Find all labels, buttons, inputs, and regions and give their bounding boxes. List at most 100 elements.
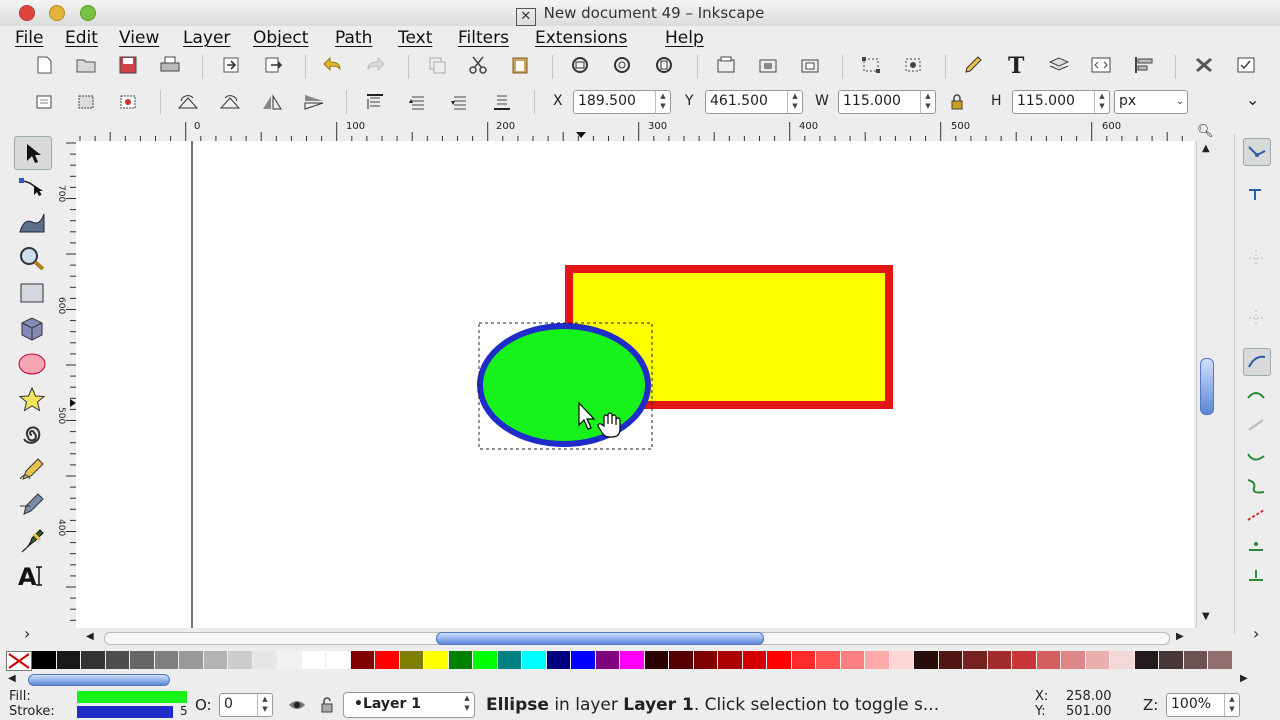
- xml-icon[interactable]: [1088, 52, 1114, 78]
- preferences-icon[interactable]: [1191, 52, 1217, 78]
- palette-swatch[interactable]: [718, 651, 742, 669]
- snap-bbox-icon[interactable]: [1243, 180, 1269, 206]
- rotate-cw-icon[interactable]: [217, 89, 243, 115]
- palette-swatch[interactable]: [767, 651, 791, 669]
- no-paint-swatch[interactable]: [6, 651, 32, 671]
- 3d-box-tool-icon[interactable]: [14, 312, 50, 344]
- rotate-ccw-icon[interactable]: [175, 89, 201, 115]
- palette-swatch[interactable]: [987, 651, 1011, 669]
- menu-extensions[interactable]: Extensions: [535, 26, 627, 50]
- layer-select[interactable]: •Layer 1 ▲ ▼: [343, 692, 475, 718]
- palette-swatch[interactable]: [938, 651, 962, 669]
- open-icon[interactable]: [73, 52, 99, 78]
- star-tool-icon[interactable]: [14, 383, 50, 415]
- palette-swatch[interactable]: [1134, 651, 1158, 669]
- palette-swatch[interactable]: [32, 651, 56, 669]
- palette-swatch[interactable]: [865, 651, 889, 669]
- document-properties-icon[interactable]: [1233, 52, 1259, 78]
- select-all-icon[interactable]: [31, 89, 57, 115]
- palette-swatch[interactable]: [1110, 651, 1134, 669]
- palette-swatch[interactable]: [203, 651, 227, 669]
- palette-swatch[interactable]: [571, 651, 595, 669]
- raise-to-top-icon[interactable]: [362, 89, 388, 115]
- w-spin-arrows[interactable]: ▲ ▼: [920, 91, 935, 113]
- toolbox-expand-chevron-icon[interactable]: ›: [24, 624, 30, 643]
- lower-icon[interactable]: [446, 89, 472, 115]
- palette-swatch[interactable]: [81, 651, 105, 669]
- palette-swatch[interactable]: [816, 651, 840, 669]
- layer-lock-icon[interactable]: [314, 692, 340, 718]
- undo-icon[interactable]: [320, 52, 346, 78]
- h-spinbox[interactable]: 115.000 ▲ ▼: [1012, 90, 1110, 114]
- drawing-canvas[interactable]: [76, 141, 1194, 628]
- palette-swatch[interactable]: [1061, 651, 1085, 669]
- palette-swatch[interactable]: [1036, 651, 1060, 669]
- palette-swatch[interactable]: [375, 651, 399, 669]
- text-tool-icon[interactable]: T: [1004, 52, 1030, 78]
- zoom-drawing-icon[interactable]: [610, 52, 636, 78]
- zoom-selection-icon[interactable]: [568, 52, 594, 78]
- palette-swatch[interactable]: [105, 651, 129, 669]
- unit-select[interactable]: px ⌄: [1114, 90, 1188, 114]
- selector-tool-icon[interactable]: [14, 136, 52, 170]
- snap-guides-icon[interactable]: [1243, 562, 1269, 588]
- raise-icon[interactable]: [404, 89, 430, 115]
- menu-view[interactable]: View: [119, 26, 159, 50]
- palette-swatch[interactable]: [448, 651, 472, 669]
- import-icon[interactable]: [218, 52, 244, 78]
- x-spin-arrows[interactable]: ▲ ▼: [655, 91, 670, 113]
- layer-visibility-eye-icon[interactable]: [284, 692, 310, 718]
- zoom-page-icon[interactable]: [652, 52, 678, 78]
- snap-edges-icon[interactable]: [1243, 244, 1269, 270]
- menu-text[interactable]: Text: [398, 26, 432, 50]
- select-all-layers-icon[interactable]: [73, 89, 99, 115]
- flip-horizontal-icon[interactable]: [259, 89, 285, 115]
- vertical-scroll-thumb[interactable]: [1200, 358, 1214, 415]
- snapbar-expand-chevron-icon[interactable]: ›: [1253, 624, 1259, 643]
- palette-swatch[interactable]: [522, 651, 546, 669]
- save-icon[interactable]: [115, 52, 141, 78]
- snap-nodes-icon[interactable]: [1243, 348, 1271, 376]
- palette-swatch[interactable]: [424, 651, 448, 669]
- layer-select-arrows[interactable]: ▲ ▼: [460, 693, 474, 717]
- redo-icon[interactable]: [362, 52, 388, 78]
- fill-indicator[interactable]: [77, 691, 187, 703]
- scroll-left-icon[interactable]: ◀: [86, 631, 94, 642]
- palette-swatch[interactable]: [791, 651, 815, 669]
- snap-cusp-icon[interactable]: [1243, 442, 1269, 468]
- node-tool-icon[interactable]: [14, 171, 50, 203]
- lock-ratio-icon[interactable]: [944, 89, 970, 115]
- deselect-icon[interactable]: [115, 89, 141, 115]
- print-icon[interactable]: [157, 52, 183, 78]
- cut-icon[interactable]: [465, 52, 491, 78]
- node-editor-icon[interactable]: [858, 52, 884, 78]
- snap-corners-icon[interactable]: [1243, 304, 1269, 330]
- palette-swatch[interactable]: [1159, 651, 1183, 669]
- duplicate-icon[interactable]: [424, 52, 450, 78]
- palette-swatch[interactable]: [742, 651, 766, 669]
- palette-swatch[interactable]: [620, 651, 644, 669]
- stroke-width-value[interactable]: 5: [180, 704, 188, 718]
- opacity-spin-arrows[interactable]: ▲ ▼: [257, 694, 272, 716]
- zoom-spin-arrows[interactable]: ▲ ▼: [1224, 694, 1239, 716]
- palette-swatch[interactable]: [546, 651, 570, 669]
- palette-swatch[interactable]: [889, 651, 913, 669]
- palette-swatch[interactable]: [497, 651, 521, 669]
- text-tool-icon-toolbox[interactable]: A: [14, 560, 50, 592]
- unlink-clone-icon[interactable]: [797, 52, 823, 78]
- palette-swatch[interactable]: [669, 651, 693, 669]
- horizontal-scroll-thumb[interactable]: [436, 632, 764, 645]
- export-icon[interactable]: [260, 52, 286, 78]
- x-spinbox[interactable]: 189.500 ▲ ▼: [573, 90, 671, 114]
- clone-icon[interactable]: [755, 52, 781, 78]
- palette-swatch[interactable]: [914, 651, 938, 669]
- zoom-tool-icon[interactable]: [14, 242, 50, 274]
- snap-midpoints-icon[interactable]: [1243, 502, 1269, 528]
- palette-swatch[interactable]: [595, 651, 619, 669]
- palette-swatch[interactable]: [644, 651, 668, 669]
- scroll-right-icon[interactable]: ▶: [1176, 631, 1184, 642]
- snap-centers-icon[interactable]: [1243, 532, 1269, 558]
- palette-swatch[interactable]: [1183, 651, 1207, 669]
- zoom-corner-icon[interactable]: 🔍︎: [1197, 124, 1214, 139]
- paste-icon[interactable]: [507, 52, 533, 78]
